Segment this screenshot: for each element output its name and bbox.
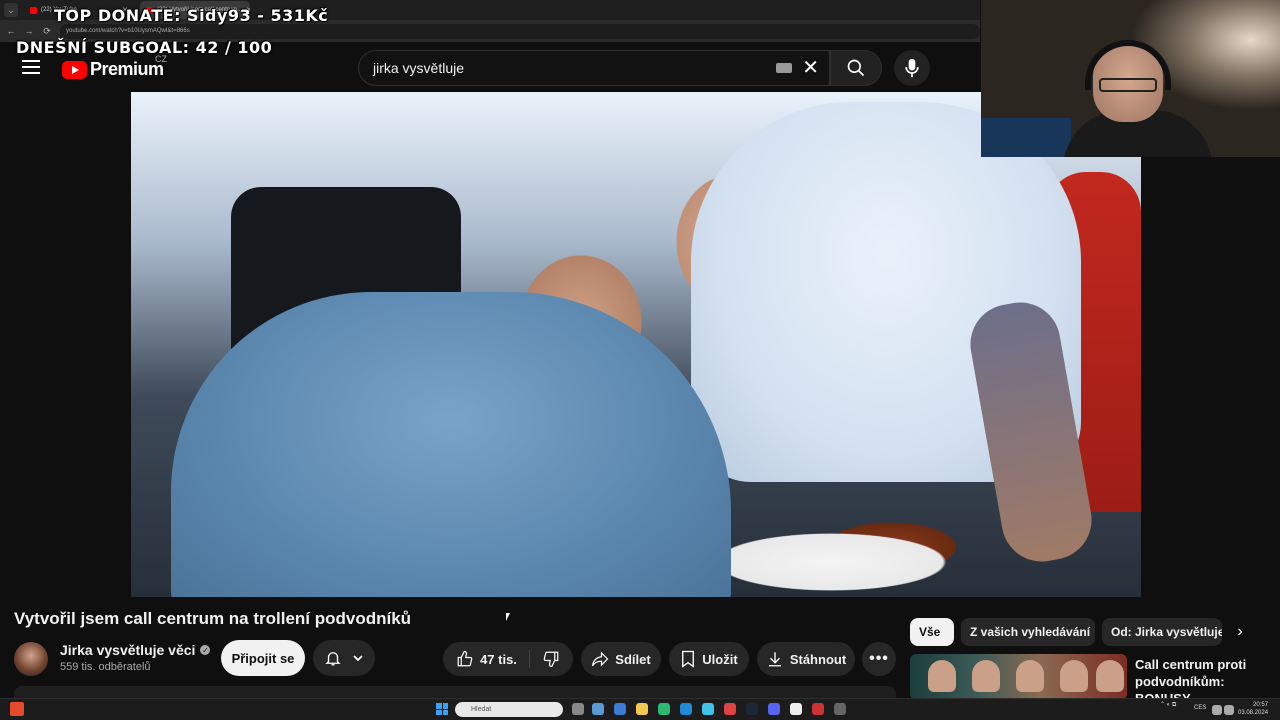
keyboard-icon[interactable] [776,63,793,73]
share-button[interactable]: Sdílet [581,642,661,676]
app-icon[interactable] [10,702,24,716]
thumbnail-person [1016,660,1044,692]
file-explorer-icon[interactable] [636,703,648,715]
video-frame-person [171,292,731,597]
subgoal-overlay: DNEŠNÍ SUBGOAL: 42 / 100 [16,38,273,57]
search-button[interactable] [830,50,882,86]
more-actions-button[interactable]: ••• [862,642,896,676]
like-button[interactable]: 47 tis. [456,650,530,668]
chip-from-searches[interactable]: Z vašich vyhledávání [961,618,1095,646]
notifications-button[interactable] [313,640,375,676]
verified-icon: ✓ [200,645,211,655]
clock-time: 20:57 [1253,702,1269,708]
logo-text: Premium [90,59,164,79]
network-icon[interactable] [1212,705,1222,715]
app-icon[interactable] [614,703,626,715]
app-icon[interactable] [724,703,736,715]
voice-search-button[interactable] [894,50,930,86]
top-donate-overlay: TOP DONATE: Sidy93 - 531Kč [54,6,329,25]
thumbs-down-icon [543,651,559,668]
screen: ⌄ (22) YouTube ✕ (22) Vytvořil jsem call… [0,0,1280,720]
windows-start-icon[interactable] [436,703,448,715]
subscriber-count: 559 tis. odběratelů [60,661,151,673]
video-title: Vytvořil jsem call centrum na trollení p… [14,609,412,628]
download-icon [768,652,781,667]
chip-all[interactable]: Vše [910,618,954,646]
share-icon [592,651,609,667]
volume-icon[interactable] [1224,705,1234,715]
webcam-microphone [981,118,1071,157]
youtube-logo[interactable]: Premium [62,59,164,80]
tab-menu-icon[interactable]: ⌄ [4,3,18,17]
back-icon[interactable]: ← [6,26,16,36]
steam-icon[interactable] [746,703,758,715]
forward-icon[interactable]: → [24,26,34,36]
clear-search-icon[interactable]: ✕ [802,58,819,78]
microphone-icon [905,58,919,78]
save-label: Uložit [702,651,738,667]
youtube-favicon-icon [30,6,37,14]
webcam-overlay [981,0,1280,157]
dislike-button[interactable] [536,650,560,668]
app-icon[interactable] [790,703,802,715]
edge-icon[interactable] [680,703,692,715]
join-button[interactable]: Připojit se [221,640,305,676]
thumbnail-person [972,660,1000,692]
channel-name[interactable]: Jirka vysvětluje věci ✓ [60,642,211,658]
reload-icon[interactable]: ⟳ [42,26,52,37]
discord-icon[interactable] [768,703,780,715]
hamburger-menu-icon[interactable] [22,60,40,74]
chrome-icon[interactable] [658,703,670,715]
url-field[interactable]: youtube.com/watch?v=b10UysmAQwI&t=866s [60,23,980,39]
like-dislike-group: 47 tis. [443,642,573,676]
save-button[interactable]: Uložit [669,642,749,676]
search-input[interactable]: jirka vysvětluje ✕ [358,50,830,86]
search-icon [847,59,865,77]
widgets-icon[interactable] [592,703,604,715]
app-icon[interactable] [702,703,714,715]
channel-name-text: Jirka vysvětluje věci [60,642,196,658]
download-button[interactable]: Stáhnout [757,642,855,676]
video-player[interactable] [131,92,1141,597]
bell-icon [325,652,341,666]
task-view-icon[interactable] [572,703,584,715]
like-count: 47 tis. [480,651,517,667]
more-icon: ••• [869,650,889,667]
download-label: Stáhnout [789,651,847,667]
mouse-cursor-icon [506,613,510,621]
thumbnail-person [1096,660,1124,692]
system-tray-icons[interactable]: ⌃ ◐ ⧉ [1160,701,1176,709]
webcam-glasses [1099,78,1157,92]
taskbar-search-input[interactable]: Hledat [455,702,563,717]
recommendation-thumbnail[interactable] [910,654,1127,700]
channel-avatar[interactable] [14,642,48,676]
thumbnail-person [928,660,956,692]
app-icon[interactable] [812,703,824,715]
thumbnail-person [1060,660,1088,692]
youtube-play-icon [62,60,87,79]
chevron-down-icon [353,655,363,662]
bookmark-icon [682,650,695,668]
app-icon[interactable] [834,703,846,715]
search-value: jirka vysvětluje [373,60,465,76]
share-label: Sdílet [615,651,651,667]
recommendation-chips: Vše Z vašich vyhledávání Od: Jirka vysvě… [910,618,1280,646]
clock-date: 03.08.2024 [1238,710,1269,716]
thumbs-up-icon [457,650,473,667]
taskbar-clock[interactable]: 20:57 03.08.2024 [1238,701,1268,717]
chevron-right-icon[interactable]: › [1230,622,1250,642]
chip-from-channel[interactable]: Od: Jirka vysvětluje [1102,618,1222,646]
language-indicator[interactable]: CES [1194,705,1206,711]
windows-taskbar: Hledat ⌃ ◐ ⧉ CES 20:57 03.08.2024 [0,698,1280,720]
